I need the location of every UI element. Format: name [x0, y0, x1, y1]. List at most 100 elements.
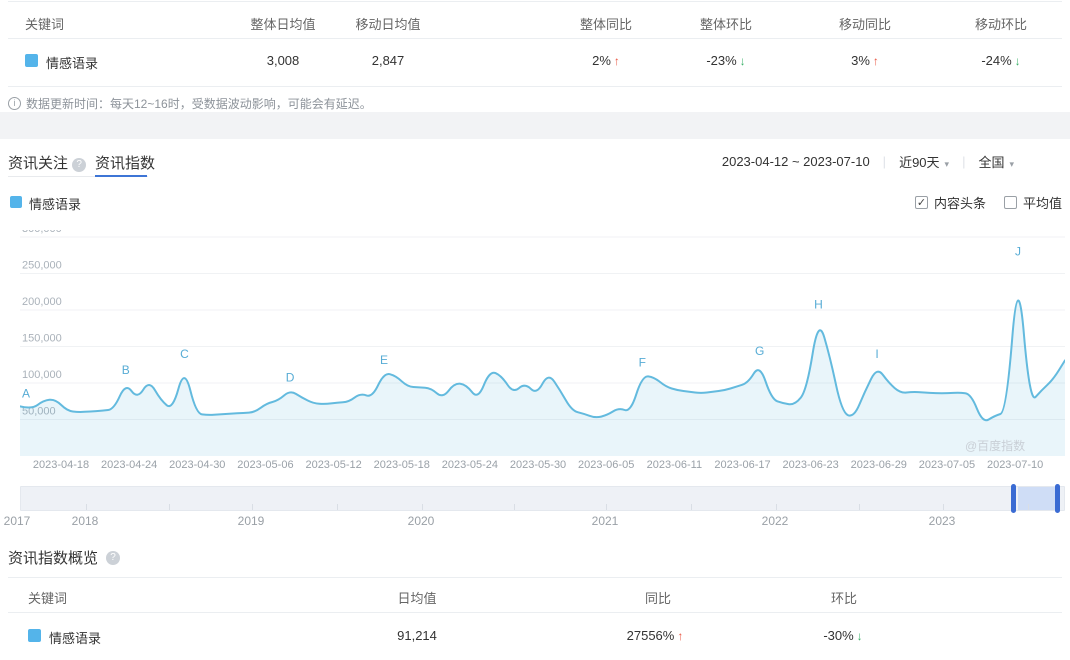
timeline-year-label: 2023 — [928, 514, 956, 528]
tab-news-index[interactable]: 资讯指数 — [95, 152, 155, 173]
svg-text:C: C — [180, 347, 189, 361]
chart-option[interactable]: ✓ 内容头条 — [914, 193, 986, 212]
chevron-down-icon — [945, 159, 950, 169]
svg-text:150,000: 150,000 — [22, 333, 62, 345]
timeline-tick — [691, 504, 692, 510]
chart-option-label: 内容头条 — [933, 196, 986, 211]
column-header-overall-avg: 整体日均值 — [250, 17, 316, 32]
period-dropdown[interactable]: 近90天 — [899, 152, 949, 171]
timeline-year-labels: 2017 2018 2019 2020 2021 2022 2023 — [4, 514, 1065, 530]
timeline-year-label: 2018 — [71, 514, 99, 528]
chart-option-label: 平均值 — [1022, 196, 1062, 211]
trend-arrow-icon: ↑ — [872, 54, 879, 68]
timeline-tick — [337, 504, 338, 510]
timeline-year-label: 2021 — [591, 514, 619, 528]
mobile-yoy-value: 3% ↑ — [851, 53, 879, 68]
keyword-label[interactable]: 情感语录 — [46, 53, 98, 72]
svg-text:E: E — [380, 353, 388, 367]
svg-text:I: I — [875, 347, 878, 361]
mom-value: -30% ↓ — [823, 628, 863, 643]
region-dropdown[interactable]: 全国 — [978, 152, 1014, 171]
trend-arrow-icon: ↑ — [613, 54, 620, 68]
divider: | — [882, 154, 887, 169]
timeline-tick — [606, 504, 607, 510]
overall-avg-value: 3,008 — [266, 53, 300, 68]
timeline-year-label: 2022 — [761, 514, 789, 528]
overview-header-keyword: 关键词 — [28, 591, 68, 606]
column-header-keyword: 关键词 — [25, 17, 65, 32]
timeline-year-label: 2019 — [237, 514, 265, 528]
mobile-avg-value: 2,847 — [371, 53, 405, 68]
keyword-color-swatch — [25, 54, 38, 67]
x-axis: 2023-04-18 2023-04-24 2023-04-30 2023-05-06… — [20, 459, 1065, 475]
overall-mom-value: -23% ↓ — [706, 53, 746, 68]
svg-text:H: H — [814, 297, 823, 311]
keyword-color-swatch — [28, 629, 41, 642]
trend-arrow-icon: ↑ — [677, 629, 684, 643]
date-range-picker[interactable]: 2023-04-12 ~ 2023-07-10 — [722, 154, 870, 169]
active-tab-indicator — [95, 175, 147, 177]
column-header-overall-yoy: 整体同比 — [579, 17, 633, 32]
divider — [8, 1, 1062, 2]
timeline-tick — [776, 504, 777, 510]
column-header-overall-mom: 整体环比 — [699, 17, 753, 32]
yoy-value: 27556% ↑ — [626, 628, 684, 643]
chart-display-options: ✓ 内容头条 平均值 — [914, 193, 1062, 212]
column-header-mobile-avg: 移动日均值 — [355, 17, 421, 32]
svg-text:B: B — [122, 363, 130, 377]
keyword-label[interactable]: 情感语录 — [49, 628, 101, 647]
trend-arrow-icon: ↓ — [739, 54, 746, 68]
trend-arrow-icon: ↓ — [856, 629, 863, 643]
svg-text:J: J — [1015, 245, 1021, 259]
svg-text:G: G — [755, 344, 764, 358]
timeline-tick — [943, 504, 944, 510]
timeline-handle-left[interactable] — [1011, 484, 1016, 513]
overview-header-mom: 环比 — [830, 591, 858, 606]
section-separator — [0, 112, 1070, 139]
timeline-slider[interactable] — [20, 484, 1065, 513]
checkbox-checked-icon[interactable]: ✓ — [914, 196, 928, 209]
svg-text:100,000: 100,000 — [22, 369, 62, 381]
overview-section-title: 资讯指数概览 — [8, 547, 121, 568]
chevron-down-icon — [1009, 159, 1014, 169]
timeline-tick — [1028, 504, 1029, 510]
checkbox-unchecked-icon[interactable] — [1003, 196, 1017, 209]
overview-header-daily-avg: 日均值 — [397, 591, 437, 606]
divider — [8, 577, 1062, 578]
divider: | — [962, 154, 966, 169]
timeline-year-label: 2017 — [3, 514, 31, 528]
divider — [8, 612, 1062, 613]
column-header-mobile-mom: 移动环比 — [974, 17, 1028, 32]
svg-text:250,000: 250,000 — [22, 260, 62, 272]
legend-color-swatch — [10, 196, 22, 208]
x-axis-label: 2023-07-10 — [986, 459, 1044, 471]
divider — [8, 86, 1062, 87]
timeline-tick — [169, 504, 170, 510]
timeline-year-label: 2020 — [407, 514, 435, 528]
timeline-tick — [514, 504, 515, 510]
timeline-selection[interactable] — [1018, 487, 1056, 510]
help-icon[interactable] — [106, 550, 121, 565]
data-update-note: 数据更新时间：每天12~16时，受数据波动影响，可能会有延迟。 — [8, 95, 372, 112]
trend-chart[interactable]: 50,000100,000150,000200,000250,000300,00… — [19, 223, 1066, 456]
legend-keyword-label[interactable]: 情感语录 — [29, 194, 81, 213]
mobile-mom-value: -24% ↓ — [981, 53, 1021, 68]
svg-text:D: D — [286, 370, 295, 384]
column-header-mobile-yoy: 移动同比 — [838, 17, 892, 32]
svg-text:200,000: 200,000 — [22, 296, 62, 308]
baidu-index-page: 关键词 整体日均值 移动日均值 整体同比 整体环比 移动同比 移动环比 情感语录… — [0, 0, 1070, 660]
trend-arrow-icon: ↓ — [1014, 54, 1021, 68]
timeline-tick — [859, 504, 860, 510]
tab-news-attention[interactable]: 资讯关注 — [8, 152, 87, 173]
svg-text:300,000: 300,000 — [22, 230, 62, 235]
timeline-tick — [86, 504, 87, 510]
timeline-handle-right[interactable] — [1055, 484, 1060, 513]
chart-option[interactable]: 平均值 — [1003, 193, 1062, 212]
overall-yoy-value: 2% ↑ — [592, 53, 620, 68]
chart-filters: 2023-04-12 ~ 2023-07-10 | 近90天 | 全国 — [722, 152, 1014, 171]
info-icon — [8, 97, 21, 110]
daily-avg-value: 91,214 — [397, 628, 437, 643]
svg-text:F: F — [639, 356, 646, 370]
help-icon[interactable] — [72, 158, 87, 172]
timeline-tick — [252, 504, 253, 510]
